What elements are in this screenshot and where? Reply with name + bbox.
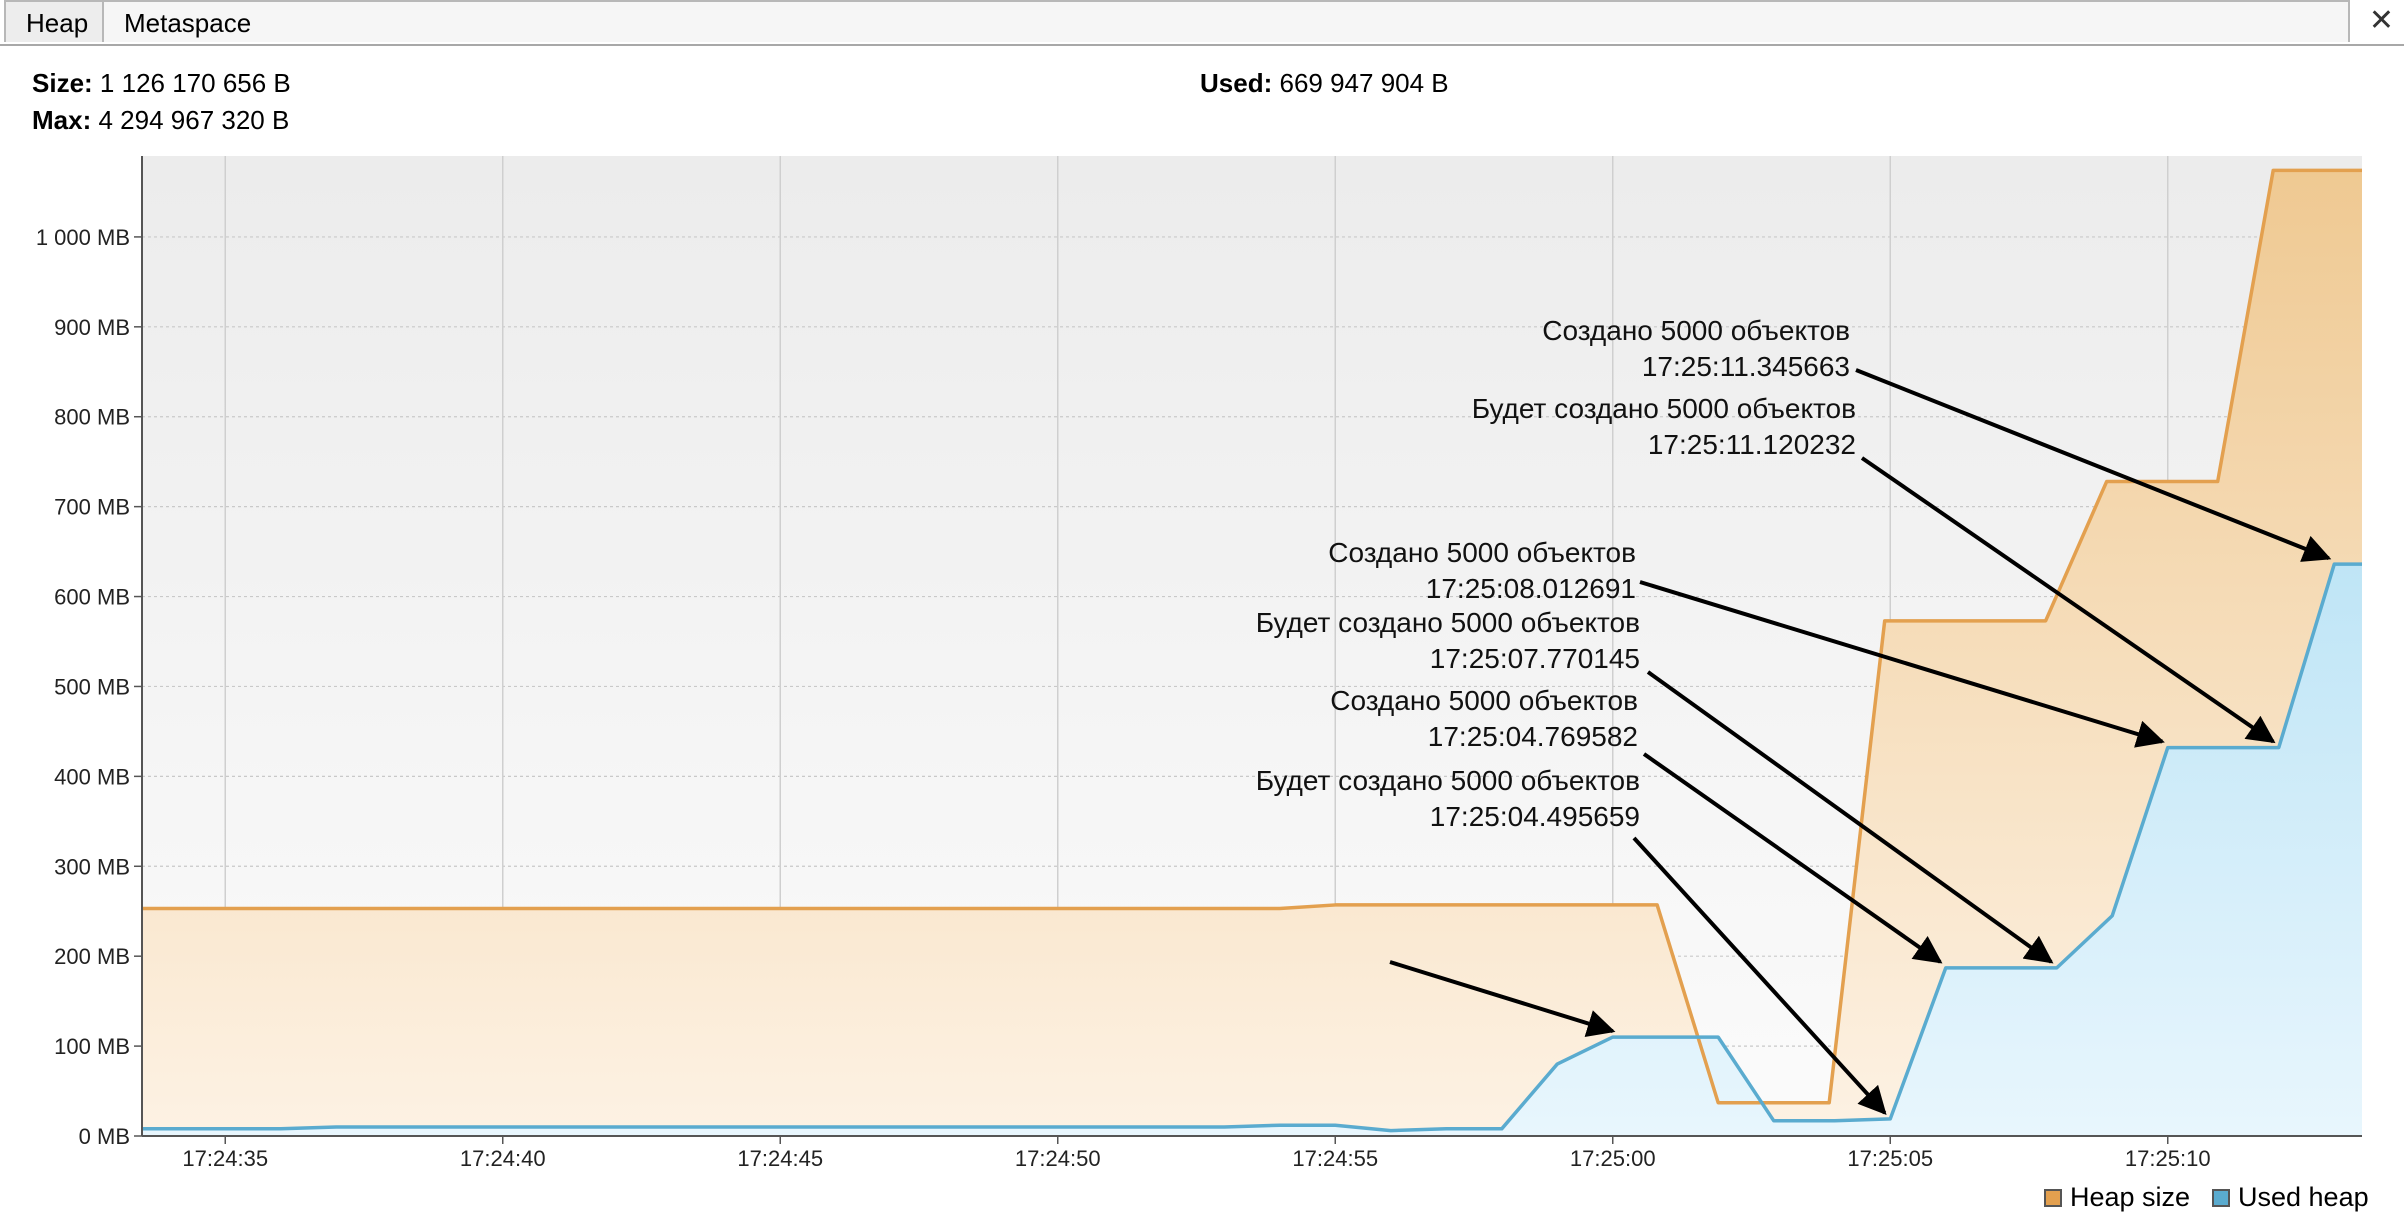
annotation-time: 17:25:07.770145 bbox=[1430, 643, 1640, 674]
size-stat: Size: 1 126 170 656 B bbox=[32, 68, 291, 99]
annotation-time: 17:25:11.120232 bbox=[1648, 429, 1856, 460]
tab-heap[interactable]: Heap bbox=[4, 0, 104, 42]
heap-usage-chart: 0 MB 100 MB 200 MB 300 MB 400 MB 500 MB 600 MB… bbox=[36, 156, 2363, 1171]
y-tick-label: 700 MB bbox=[54, 495, 130, 520]
annotation-title: Создано 5000 объектов bbox=[1328, 537, 1636, 568]
x-tick-label: 17:25:05 bbox=[1847, 1146, 1933, 1171]
x-tick-label: 17:24:45 bbox=[737, 1146, 823, 1171]
used-heap-swatch bbox=[2212, 1188, 2230, 1207]
y-tick-label: 400 MB bbox=[54, 764, 130, 789]
legend-item-used-heap: Used heap bbox=[2212, 1182, 2369, 1213]
legend-label-heap-size: Heap size bbox=[2070, 1182, 2191, 1212]
x-tick-label: 17:24:40 bbox=[460, 1146, 546, 1171]
used-stat: Used: 669 947 904 B bbox=[1200, 68, 1449, 99]
annotation-title: Создано 5000 объектов bbox=[1542, 315, 1850, 346]
y-tick-label: 0 MB bbox=[79, 1124, 130, 1149]
y-tick-label: 100 MB bbox=[54, 1034, 130, 1059]
y-tick-label: 900 MB bbox=[54, 315, 130, 340]
x-tick-label: 17:24:55 bbox=[1292, 1146, 1378, 1171]
x-tick-label: 17:24:50 bbox=[1015, 1146, 1101, 1171]
annotation-time: 17:25:04.769582 bbox=[1428, 721, 1638, 752]
tab-metaspace[interactable]: Metaspace bbox=[104, 0, 2350, 42]
annotation-title: Будет создано 5000 объектов bbox=[1256, 607, 1640, 638]
max-stat: Max: 4 294 967 320 B bbox=[32, 105, 289, 136]
annotation-title: Создано 5000 объектов bbox=[1330, 685, 1638, 716]
annotation-time: 17:25:11.345663 bbox=[1642, 351, 1850, 382]
annotation-time: 17:25:08.012691 bbox=[1426, 573, 1636, 604]
annotation-time: 17:25:04.495659 bbox=[1430, 801, 1640, 832]
y-tick-label: 500 MB bbox=[54, 674, 130, 699]
y-tick-label: 300 MB bbox=[54, 854, 130, 879]
close-icon[interactable]: ✕ bbox=[2369, 4, 2394, 38]
x-tick-label: 17:25:10 bbox=[2125, 1146, 2211, 1171]
y-tick-label: 800 MB bbox=[54, 405, 130, 430]
heap-size-swatch bbox=[2044, 1188, 2062, 1207]
used-value: 669 947 904 B bbox=[1279, 68, 1449, 98]
annotation-title: Будет создано 5000 объектов bbox=[1256, 765, 1640, 796]
y-tick-label: 1 000 MB bbox=[36, 225, 130, 250]
x-tick-label: 17:24:35 bbox=[182, 1146, 268, 1171]
max-label: Max: bbox=[32, 105, 92, 135]
used-label: Used: bbox=[1200, 68, 1273, 98]
legend-item-heap-size: Heap size bbox=[2044, 1182, 2190, 1213]
y-tick-label: 200 MB bbox=[54, 944, 130, 969]
size-label: Size: bbox=[32, 68, 93, 98]
x-tick-label: 17:25:00 bbox=[1570, 1146, 1656, 1171]
size-value: 1 126 170 656 B bbox=[99, 68, 291, 98]
legend-label-used-heap: Used heap bbox=[2238, 1182, 2369, 1212]
tab-bar: Heap Metaspace ✕ bbox=[0, 0, 2404, 46]
y-tick-label: 600 MB bbox=[54, 585, 130, 610]
max-value: 4 294 967 320 B bbox=[98, 105, 290, 135]
annotation-title: Будет создано 5000 объектов bbox=[1472, 393, 1856, 424]
